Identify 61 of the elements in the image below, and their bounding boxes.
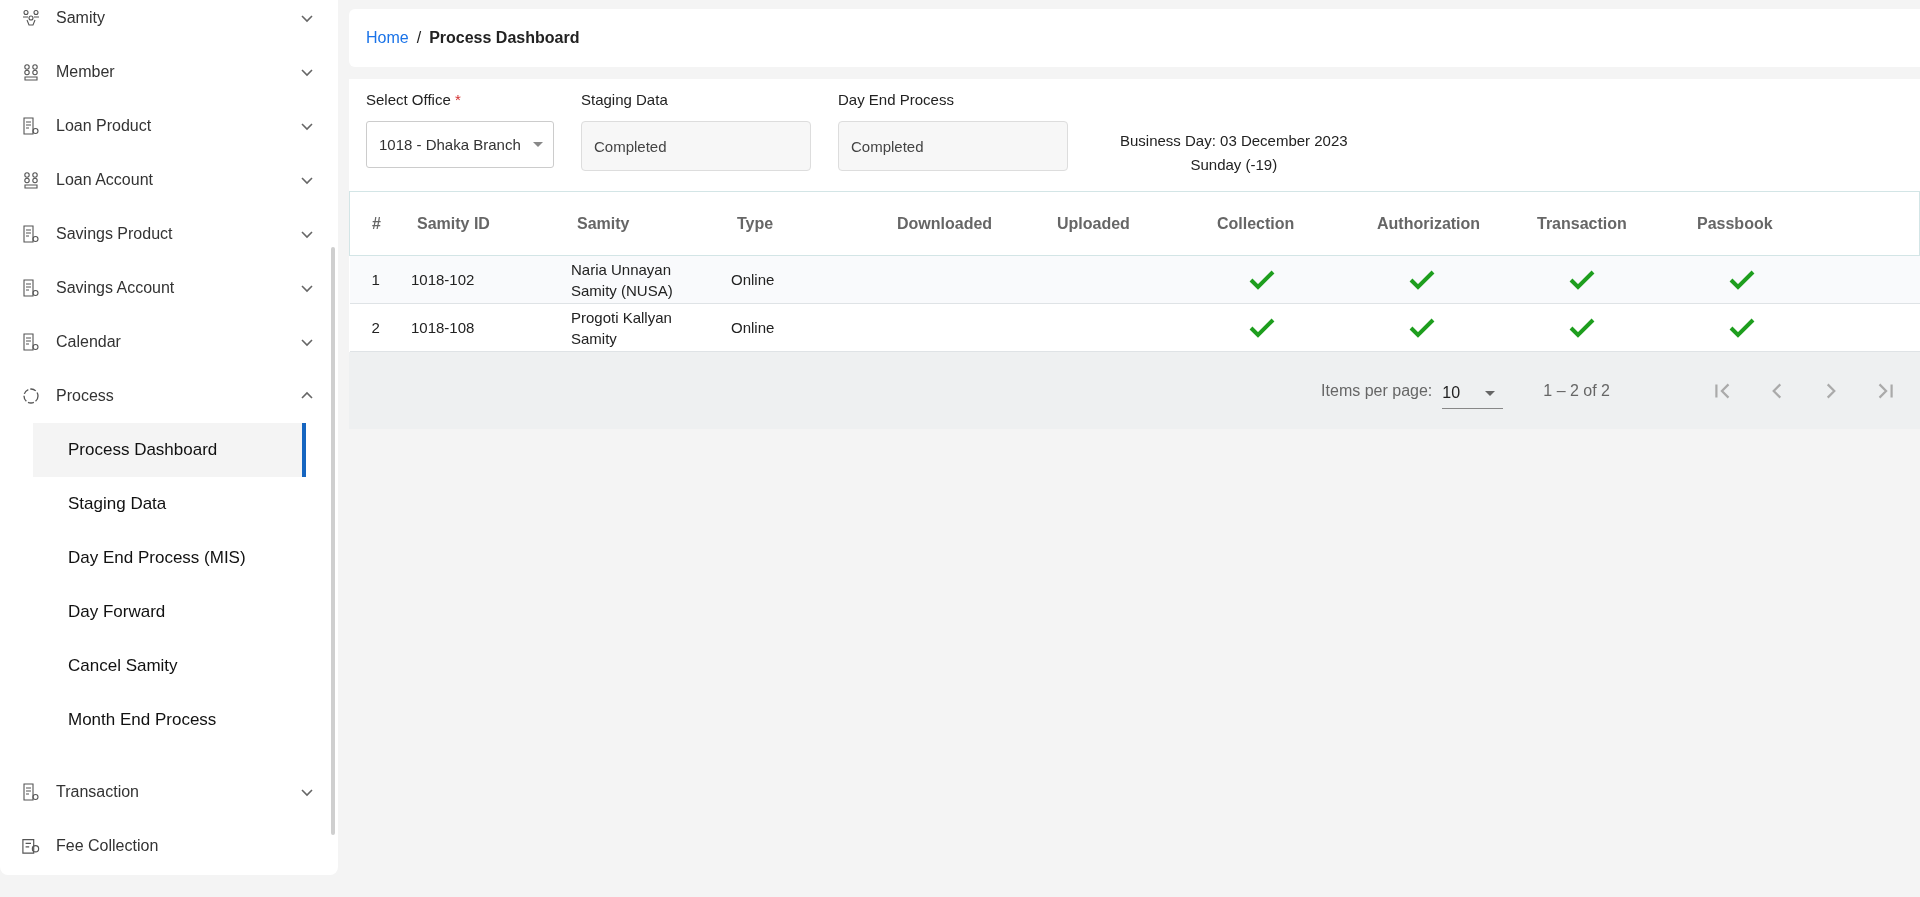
- document-icon: [22, 333, 40, 351]
- column-header: #: [349, 191, 407, 256]
- staging-field[interactable]: Completed: [581, 121, 811, 171]
- page-size-select[interactable]: 10: [1442, 378, 1504, 409]
- scrollbar[interactable]: [331, 247, 335, 835]
- field-label: Select Office *: [366, 91, 462, 110]
- business-day-text: Business Day: 03 December 2023: [1120, 131, 1348, 151]
- table-cell: 1018-102: [407, 255, 567, 304]
- table-cell: Progoti Kallyan Samity: [567, 303, 727, 352]
- nav-subitem[interactable]: Process Dashboard: [33, 423, 306, 477]
- document-icon: [22, 279, 40, 297]
- nav-item[interactable]: Loan Account: [0, 153, 338, 207]
- column-header: Samity: [567, 191, 727, 256]
- table-cell: 1018-108: [407, 303, 567, 352]
- nav-item[interactable]: Calendar: [0, 315, 338, 369]
- table-cell: 1: [349, 255, 407, 304]
- nav-subitem[interactable]: Staging Data: [33, 477, 306, 531]
- table-cell: Naria Unnayan Samity (NUSA): [567, 255, 727, 304]
- table-cell: 2: [349, 303, 407, 352]
- column-header: Uploaded: [1047, 191, 1207, 256]
- nav-item[interactable]: Transaction: [0, 765, 338, 819]
- items-per-page-label: Items per page:: [1321, 381, 1433, 400]
- column-header: Authorization: [1367, 191, 1527, 256]
- column-header: Downloaded: [887, 191, 1047, 256]
- weekday-text: Sunday (-19): [1190, 155, 1278, 175]
- page-title: Process Dashboard: [429, 29, 580, 47]
- nav-item[interactable]: Fee Collection: [0, 819, 338, 873]
- table-cell: Online: [727, 303, 887, 352]
- document-icon: [22, 783, 40, 801]
- nav-item[interactable]: Process: [0, 369, 338, 423]
- home-link[interactable]: Home: [366, 29, 409, 47]
- column-header: Passbook: [1687, 191, 1847, 256]
- nav-item[interactable]: Savings Account: [0, 261, 338, 315]
- nav-subitem[interactable]: Day End Process (MIS): [33, 531, 306, 585]
- fee-icon: [22, 837, 40, 855]
- document-icon: [22, 117, 40, 135]
- org-icon: [22, 9, 40, 27]
- column-header: Type: [727, 191, 887, 256]
- day-end-field[interactable]: Completed: [838, 121, 1068, 171]
- field-label: Staging Data: [581, 91, 669, 110]
- range-label: 1 – 2 of 2: [1543, 381, 1610, 400]
- dropdown-icon: [1485, 390, 1496, 396]
- nav-subitem[interactable]: Month End Process: [33, 693, 306, 747]
- field-label: Day End Process: [838, 91, 955, 110]
- nav-item[interactable]: Member: [0, 45, 338, 99]
- dropdown-icon: [533, 142, 543, 147]
- people-icon: [22, 171, 40, 189]
- process-icon: [22, 387, 40, 405]
- column-header: Transaction: [1527, 191, 1687, 256]
- breadcrumb-separator: /: [416, 29, 422, 47]
- column-header: Collection: [1207, 191, 1367, 256]
- nav-item[interactable]: Savings Product: [0, 207, 338, 261]
- nav-subitem[interactable]: Day Forward: [33, 585, 306, 639]
- nav-item[interactable]: Samity: [0, 0, 338, 45]
- column-header: Samity ID: [407, 191, 567, 256]
- table-cell: Online: [727, 255, 887, 304]
- document-icon: [22, 225, 40, 243]
- nav-subitem[interactable]: Cancel Samity: [33, 639, 306, 693]
- office-select[interactable]: 1018 - Dhaka Branch: [366, 121, 554, 168]
- nav-item[interactable]: Loan Product: [0, 99, 338, 153]
- people-icon: [22, 63, 40, 81]
